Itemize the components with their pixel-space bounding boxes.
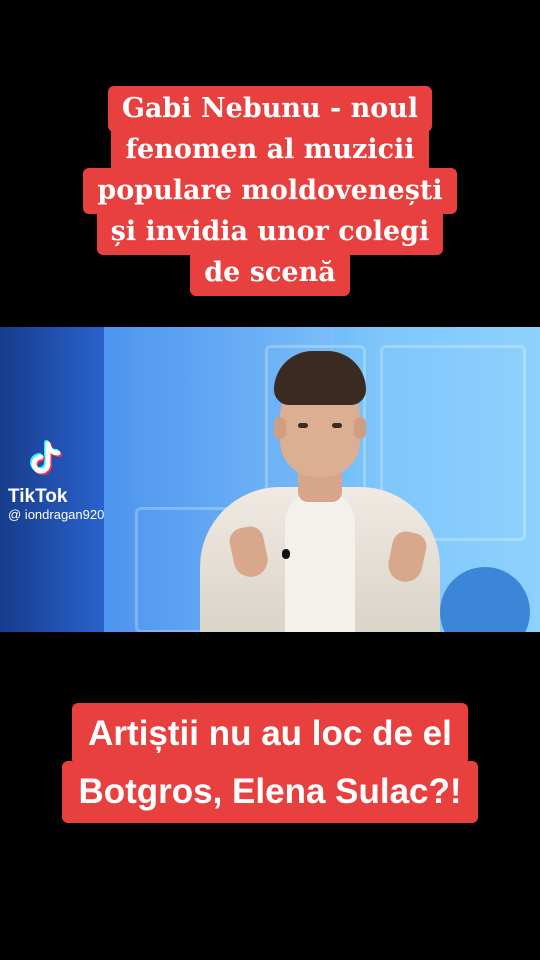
hair	[274, 351, 366, 405]
eye	[332, 423, 342, 428]
ear	[354, 417, 366, 439]
bottom-caption: Artiștii nu au loc de el Botgros, Elena …	[0, 703, 540, 823]
top-caption-line: fenomen al muzicii	[111, 127, 429, 173]
shirt	[285, 492, 355, 632]
bottom-caption-line: Botgros, Elena Sulac?!	[62, 761, 478, 823]
top-caption: Gabi Nebunu - noul fenomen al muzicii po…	[0, 86, 540, 296]
top-caption-line: Gabi Nebunu - noul	[107, 86, 433, 132]
lapel-mic-icon	[282, 549, 290, 559]
speaker-figure	[190, 327, 460, 632]
top-caption-line: și invidia unor colegi	[96, 209, 444, 255]
ear	[274, 417, 286, 439]
bottom-caption-line: Artiștii nu au loc de el	[72, 703, 468, 765]
tiktok-username: @ iondragan920	[8, 507, 105, 522]
tiktok-brand-label: TikTok	[8, 486, 68, 507]
tiktok-logo-icon	[30, 440, 62, 475]
top-caption-line: de scenă	[190, 250, 350, 296]
top-caption-line: populare moldovenești	[83, 168, 457, 214]
tiktok-watermark: TikTok @ iondragan920	[8, 440, 104, 523]
eye	[298, 423, 308, 428]
